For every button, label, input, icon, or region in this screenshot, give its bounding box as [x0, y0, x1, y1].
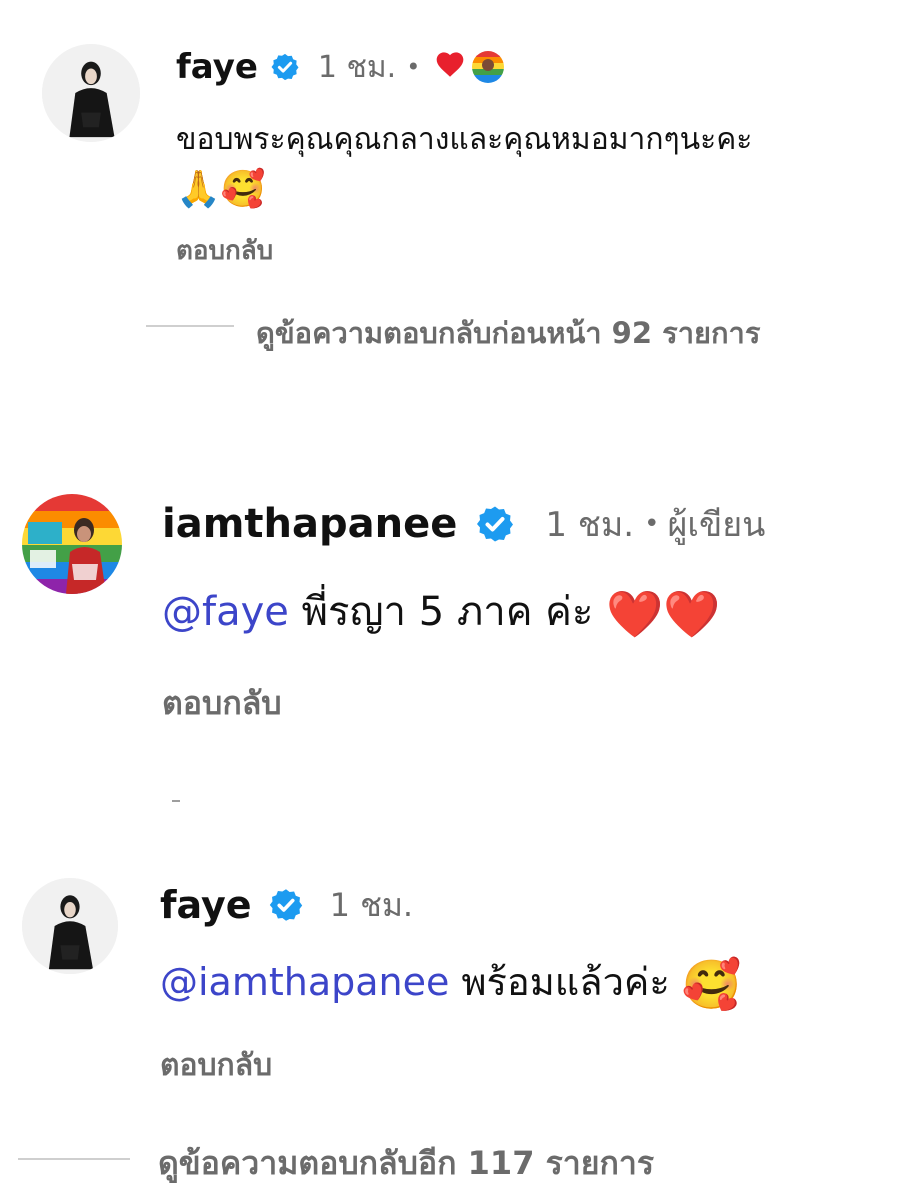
view-more-replies-button[interactable]: ดูข้อความตอบกลับอีก 117 รายการ [158, 1138, 654, 1189]
comment-faye-2: faye 1 ชม. @iamthapanee พร้อมแล้วค่ะ 🥰 ต… [0, 870, 900, 1090]
avatar[interactable] [22, 878, 118, 974]
mention-link[interactable]: @iamthapanee [160, 960, 449, 1004]
comment-text: @faye พี่รญา 5 ภาค ค่ะ ❤️❤️ [162, 580, 721, 646]
reply-button[interactable]: ตอบกลับ [176, 230, 273, 271]
comment-emoji: 🙏🥰 [176, 169, 266, 210]
reply-button[interactable]: ตอบกลับ [160, 1042, 272, 1089]
hearts-emoji: ❤️❤️ [606, 587, 721, 641]
view-previous-replies-button[interactable]: ดูข้อความตอบกลับก่อนหน้า 92 รายการ [256, 310, 760, 356]
reply-button[interactable]: ตอบกลับ [162, 678, 282, 729]
comment-text-body: พร้อมแล้วค่ะ [449, 960, 682, 1004]
separator-dot: • [406, 53, 421, 81]
comment-text-body: พี่รญา 5 ภาค ค่ะ [288, 589, 607, 635]
username[interactable]: faye [176, 47, 258, 87]
timestamp: 1 ชม. [329, 885, 414, 924]
comment-header: faye 1 ชม. • [176, 44, 505, 90]
thread-line [146, 325, 234, 327]
thread-line [172, 800, 180, 802]
rainbow-profile-avatar-icon [22, 494, 122, 594]
separator-dot: • [644, 509, 660, 539]
thread-line [18, 1158, 130, 1160]
comment-text-line: ขอบพระคุณคุณกลางและคุณหมอมากๆนะคะ [176, 122, 753, 157]
comment-text: ขอบพระคุณคุณกลางและคุณหมอมากๆนะคะ 🙏🥰 [176, 118, 752, 218]
woman-black-suit-avatar-icon [22, 878, 118, 974]
comment-iamthapanee: iamthapanee 1 ชม. • ผู้เขียน @faye พี่รญ… [0, 480, 900, 740]
timestamp: 1 ชม. [317, 49, 397, 85]
verified-badge-icon [270, 52, 300, 82]
mention-link[interactable]: @faye [162, 589, 289, 635]
verified-badge-icon [475, 504, 515, 544]
heart-icon [434, 47, 466, 87]
avatar[interactable] [42, 44, 140, 142]
comment-header: faye 1 ชม. [160, 880, 413, 930]
username[interactable]: iamthapanee [162, 501, 457, 547]
comment-faye-1: faye 1 ชม. • ขอบพระคุณคุณกลางและคุณหมอมา… [0, 0, 900, 300]
author-avatar-icon [472, 51, 505, 83]
timestamp: 1 ชม. [545, 505, 635, 545]
username[interactable]: faye [160, 883, 252, 927]
comment-text: @iamthapanee พร้อมแล้วค่ะ 🥰 [160, 952, 742, 1015]
comment-header: iamthapanee 1 ชม. • ผู้เขียน [162, 496, 765, 552]
smiling-face-with-hearts-emoji: 🥰 [681, 956, 742, 1013]
woman-black-suit-avatar-icon [42, 44, 140, 142]
avatar[interactable] [22, 494, 122, 594]
author-label: ผู้เขียน [667, 505, 766, 545]
verified-badge-icon [268, 887, 304, 923]
